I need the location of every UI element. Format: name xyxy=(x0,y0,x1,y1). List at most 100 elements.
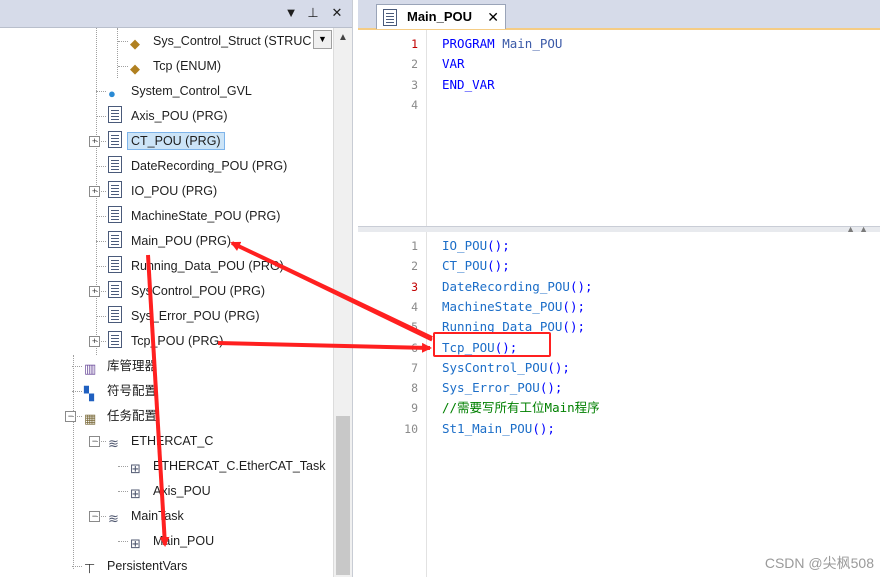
tree-guide-line xyxy=(96,316,106,317)
implementation-pane[interactable]: 1 IO_POU();IO_POU(); 2 CT_POU();CT_POU(); 3 D… xyxy=(358,232,880,577)
identifier-token: Sys_Error_POU xyxy=(442,380,540,396)
tree-item[interactable]: ◆ Tcp (ENUM) xyxy=(130,55,224,77)
tree-guide-line xyxy=(96,116,106,117)
task-icon: ≋ xyxy=(108,436,119,451)
line-number: 2 xyxy=(411,57,418,72)
tree-item-label: CT_POU (PRG) xyxy=(127,132,225,150)
tree-item[interactable]: ⊤ PersistentVars xyxy=(84,555,190,577)
globe-gvl-icon: ● xyxy=(108,86,116,101)
program-doc-icon xyxy=(108,131,122,148)
tree-guide-line xyxy=(96,166,106,167)
tab-close-icon[interactable]: ✕ xyxy=(487,5,499,29)
keyword-token: (); xyxy=(562,298,585,314)
tree-guide-line xyxy=(96,341,106,342)
tree-item-label: MachineState_POU (PRG) xyxy=(131,209,281,223)
tree-item-label: Axis_POU (PRG) xyxy=(131,109,228,123)
tree-item[interactable]: ● System_Control_GVL xyxy=(108,80,255,102)
tree-guide-line xyxy=(96,266,106,267)
task-config-icon: ▦ xyxy=(84,411,97,426)
identifier-token: CT_POU xyxy=(442,258,488,274)
tab-main-pou[interactable]: Main_POU ✕ xyxy=(376,4,506,29)
line-number: 10 xyxy=(404,421,418,436)
tree-item[interactable]: ▚ 符号配置 xyxy=(84,380,160,402)
tree-item-label: Running_Data_POU (PRG) xyxy=(131,259,284,273)
tree-item-label: Sys_Error_POU (PRG) xyxy=(131,309,260,323)
tree-guide-line xyxy=(118,491,128,492)
tree-item-label: Tcp (ENUM) xyxy=(153,59,222,73)
identifier-token: SysControl_POU xyxy=(442,359,548,375)
task-call-icon: ⊞ xyxy=(130,486,141,501)
line-number: 2 xyxy=(411,259,418,274)
tree-item[interactable]: ⊞ Axis_POU xyxy=(130,480,214,502)
code-line[interactable]: DateRecording_POU();DateRecording_POU(); xyxy=(442,277,593,297)
tree-guide-line xyxy=(96,291,106,292)
tree-item[interactable]: ◆ Sys_Control_Struct (STRUC xyxy=(130,30,314,52)
code-line[interactable]: MachineState_POU();MachineState_POU(); xyxy=(442,297,585,317)
declaration-pane[interactable]: 1PROGRAM Main_POUPROGRAM Main_POU2VARVAR… xyxy=(358,30,880,226)
tree-guide-line xyxy=(72,566,82,567)
tree-item[interactable]: Sys_Error_POU (PRG) xyxy=(108,305,263,327)
tree-item[interactable]: ⊞ ETHERCAT_C.EtherCAT_Task xyxy=(130,455,329,477)
symbol-config-icon: ▚ xyxy=(84,386,94,401)
tree-item[interactable]: Tcp_POU (PRG) xyxy=(108,330,226,352)
tree-item[interactable]: ▦ 任务配置 xyxy=(84,405,160,427)
panel-menu-arrow-icon[interactable]: ▼ xyxy=(282,3,300,23)
identifier-token: DateRecording_POU xyxy=(442,278,570,294)
code-line[interactable]: PROGRAM Main_POUPROGRAM Main_POU xyxy=(442,34,562,54)
program-doc-icon xyxy=(108,306,122,323)
keyword-token: (); xyxy=(547,359,570,375)
tree-item[interactable]: Main_POU (PRG) xyxy=(108,230,234,252)
code-line[interactable]: Sys_Error_POU();Sys_Error_POU(); xyxy=(442,378,562,398)
code-line[interactable]: IO_POU();IO_POU(); xyxy=(442,236,510,256)
program-doc-icon xyxy=(108,156,122,173)
tree-item[interactable]: ⊞ Main_POU xyxy=(130,530,217,552)
panel-header: ▼ ⊥ ✕ xyxy=(0,0,352,28)
code-line[interactable]: CT_POU();CT_POU(); xyxy=(442,256,510,276)
tree-guide-line xyxy=(118,541,128,542)
tree-item[interactable]: DateRecording_POU (PRG) xyxy=(108,155,290,177)
tree-item[interactable]: IO_POU (PRG) xyxy=(108,180,220,202)
code-line[interactable]: St1_Main_POU();St1_Main_POU(); xyxy=(442,419,555,439)
tree-item-label: Main_POU xyxy=(153,534,215,548)
keyword-token: (); xyxy=(532,420,555,436)
annotation-highlight-box xyxy=(433,332,551,357)
tree-vertical-scrollbar[interactable]: ▲ xyxy=(333,28,352,577)
tree-guide-line xyxy=(96,91,106,92)
code-line[interactable]: //需要写所有工位Main程序//需要写所有工位Main程序 xyxy=(442,398,600,418)
line-number: 8 xyxy=(411,381,418,396)
enum-type-icon: ◆ xyxy=(130,61,140,76)
line-number: 3 xyxy=(411,279,418,294)
tree-guide-line xyxy=(96,191,106,192)
tree-item[interactable]: MachineState_POU (PRG) xyxy=(108,205,283,227)
tree-item-label: IO_POU (PRG) xyxy=(131,184,218,198)
persistent-vars-icon: ⊤ xyxy=(84,561,96,576)
program-doc-icon xyxy=(108,256,122,273)
pin-icon[interactable]: ⊥ xyxy=(304,3,322,23)
tab-label: Main_POU xyxy=(407,9,473,24)
code-line[interactable]: VARVAR xyxy=(442,54,465,74)
line-number: 7 xyxy=(411,360,418,375)
tree-item[interactable]: CT_POU (PRG) xyxy=(108,130,225,152)
scroll-up-icon[interactable]: ▲ xyxy=(334,28,352,48)
scroll-thumb[interactable] xyxy=(336,416,350,575)
struct-type-icon: ◆ xyxy=(130,36,140,51)
dropdown-arrow-icon[interactable]: ▼ xyxy=(313,30,332,49)
code-line[interactable]: SysControl_POU();SysControl_POU(); xyxy=(442,358,570,378)
tree-guide-line xyxy=(117,28,118,78)
tree-guide-line xyxy=(96,441,106,442)
tree-item[interactable]: Axis_POU (PRG) xyxy=(108,105,231,127)
task-call-icon: ⊞ xyxy=(130,461,141,476)
tree-item[interactable]: SysControl_POU (PRG) xyxy=(108,280,268,302)
program-doc-icon xyxy=(108,206,122,223)
tree-item[interactable]: Running_Data_POU (PRG) xyxy=(108,255,287,277)
code-line[interactable]: END_VAREND_VAR xyxy=(442,75,495,95)
identifier-token: MachineState_POU xyxy=(442,298,563,314)
tree-item[interactable]: ▥ 库管理器 xyxy=(84,355,160,377)
watermark: CSDN @尖枫508 xyxy=(764,555,874,571)
line-number: 1 xyxy=(411,239,418,253)
program-doc-icon xyxy=(108,181,122,198)
close-panel-icon[interactable]: ✕ xyxy=(328,3,346,23)
tree-item[interactable]: ≋ MainTask xyxy=(108,505,187,527)
tree-item[interactable]: ≋ ETHERCAT_C xyxy=(108,430,216,452)
line-number: 3 xyxy=(411,77,418,92)
